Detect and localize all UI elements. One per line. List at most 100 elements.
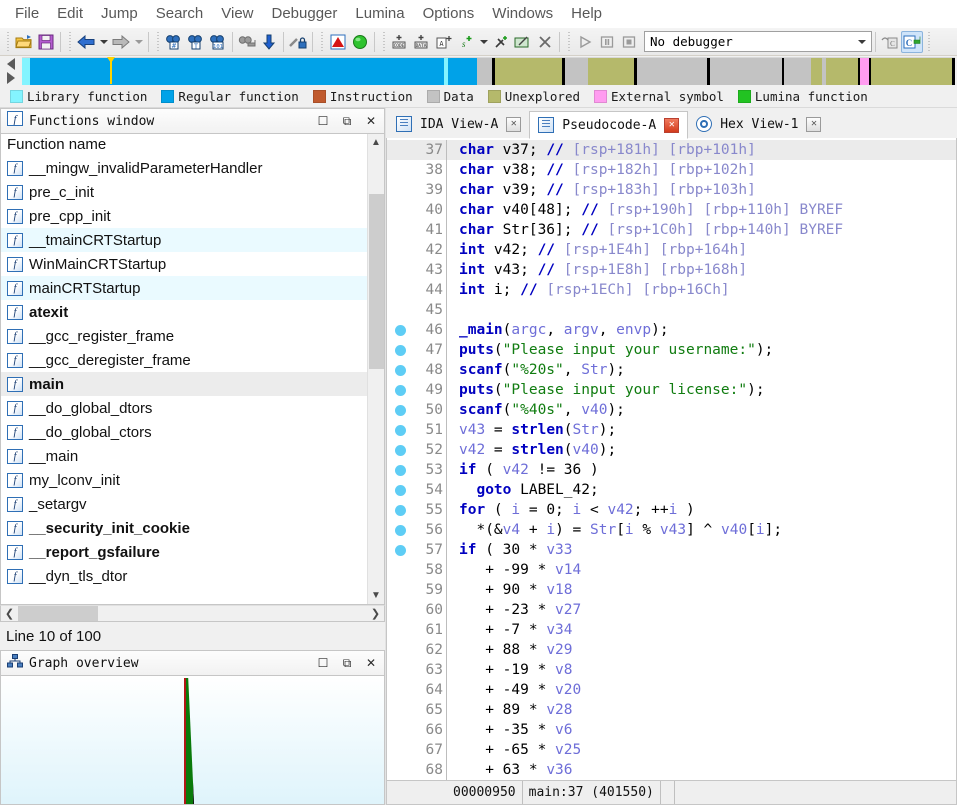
breakpoint-dot-icon[interactable]: [394, 484, 406, 496]
debugger-select[interactable]: No debugger: [644, 31, 872, 52]
maximize-icon[interactable]: ☐: [314, 654, 332, 672]
breakpoint-dot-icon[interactable]: [394, 464, 406, 476]
nav-scroll-buttons[interactable]: [0, 57, 22, 85]
decompile-all-c-icon[interactable]: C: [901, 30, 923, 53]
code-line[interactable]: 48 scanf("%20s", Str);: [387, 360, 956, 380]
table-row[interactable]: f mainCRTStartup: [1, 276, 367, 300]
breakpoint-dot-icon[interactable]: [394, 324, 406, 336]
breakpoint-dot-icon[interactable]: [394, 424, 406, 436]
toolbar-grip-7[interactable]: [925, 31, 932, 52]
breakpoint-dot-icon[interactable]: [394, 524, 406, 536]
make-struct-dropdown[interactable]: [477, 31, 490, 53]
code-line[interactable]: 40 char v40[48]; // [rsp+190h] [rbp+110h]…: [387, 200, 956, 220]
breakpoint-dot-icon[interactable]: [394, 404, 406, 416]
code-line[interactable]: 65 + 89 * v28: [387, 700, 956, 720]
code-line[interactable]: 63 + -19 * v8: [387, 660, 956, 680]
close-icon[interactable]: ✕: [664, 117, 680, 133]
search-hex-icon[interactable]: 101: [207, 31, 229, 53]
breakpoint-dot-icon[interactable]: [394, 444, 406, 456]
code-line[interactable]: 59 + 90 * v18: [387, 580, 956, 600]
code-line[interactable]: 41 char Str[36]; // [rsp+1C0h] [rbp+140h]…: [387, 220, 956, 240]
breakpoint-dot-icon[interactable]: [394, 344, 406, 356]
code-line[interactable]: 46 _main(argc, argv, envp);: [387, 320, 956, 340]
run-icon[interactable]: [574, 31, 596, 53]
search-hash-icon[interactable]: #: [163, 31, 185, 53]
code-line[interactable]: 44 int i; // [rsp+1ECh] [rbp+16Ch]: [387, 280, 956, 300]
table-row[interactable]: f __gcc_deregister_frame: [1, 348, 367, 372]
breakpoint-gutter[interactable]: [387, 544, 413, 556]
warning-icon[interactable]: [327, 31, 349, 53]
tab-ida-view-a[interactable]: IDA View-A ✕: [388, 110, 530, 138]
make-ascii-icon[interactable]: A: [433, 31, 455, 53]
save-icon[interactable]: [35, 31, 57, 53]
code-line[interactable]: 49 puts("Please input your license:");: [387, 380, 956, 400]
scroll-left-icon[interactable]: ❮: [1, 605, 18, 622]
code-line[interactable]: 38 char v38; // [rsp+182h] [rbp+102h]: [387, 160, 956, 180]
code-line[interactable]: 55 for ( i = 0; i < v42; ++i ): [387, 500, 956, 520]
table-row[interactable]: f __do_global_ctors: [1, 420, 367, 444]
breakpoint-gutter[interactable]: [387, 504, 413, 516]
close-icon[interactable]: ✕: [362, 112, 380, 130]
breakpoint-gutter[interactable]: [387, 364, 413, 376]
scroll-right-icon[interactable]: ❯: [367, 605, 384, 622]
undefine-icon[interactable]: [534, 31, 556, 53]
menu-item-edit[interactable]: Edit: [48, 2, 92, 25]
table-row[interactable]: f __mingw_invalidParameterHandler: [1, 156, 367, 180]
nav-segment-regular[interactable]: [447, 58, 477, 85]
code-line[interactable]: 67 + -65 * v25: [387, 740, 956, 760]
code-line[interactable]: 58 + -99 * v14: [387, 560, 956, 580]
make-struct-icon[interactable]: s: [455, 31, 477, 53]
make-data-icon[interactable]: DATA: [411, 31, 433, 53]
menu-item-help[interactable]: Help: [562, 2, 611, 25]
table-row[interactable]: f pre_cpp_init: [1, 204, 367, 228]
table-row[interactable]: f _setargv: [1, 492, 367, 516]
scroll-down-icon[interactable]: ▼: [368, 587, 385, 604]
table-row[interactable]: f __security_init_cookie: [1, 516, 367, 540]
nav-segment-library[interactable]: [22, 58, 30, 85]
table-row[interactable]: f atexit: [1, 300, 367, 324]
open-folder-icon[interactable]: [13, 31, 35, 53]
nav-segment-unexplored[interactable]: [810, 58, 823, 85]
scroll-thumb[interactable]: [368, 194, 384, 369]
graph-overview-canvas[interactable]: [0, 676, 385, 805]
functions-list[interactable]: f __mingw_invalidParameterHandler f pre_c_i…: [1, 156, 367, 604]
toolbar-grip-3[interactable]: [154, 31, 161, 52]
breakpoint-gutter[interactable]: [387, 384, 413, 396]
code-line[interactable]: 57 if ( 30 * v33: [387, 540, 956, 560]
breakpoint-dot-icon[interactable]: [394, 544, 406, 556]
nav-scroll-left-icon[interactable]: [7, 58, 15, 70]
make-code-icon[interactable]: CODE: [389, 31, 411, 53]
table-row[interactable]: f __dyn_tls_dtor: [1, 564, 367, 588]
nav-segment-unexplored[interactable]: [494, 58, 562, 85]
breakpoint-dot-icon[interactable]: [394, 504, 406, 516]
nav-segment-regular[interactable]: [32, 58, 445, 85]
code-line[interactable]: 47 puts("Please input your username:");: [387, 340, 956, 360]
code-line[interactable]: 56 *(&v4 + i) = Str[i % v43] ^ v40[i];: [387, 520, 956, 540]
make-array-icon[interactable]: [490, 31, 512, 53]
green-circle-icon[interactable]: [349, 31, 371, 53]
table-row[interactable]: f __tmainCRTStartup: [1, 228, 367, 252]
code-line[interactable]: 37 char v37; // [rsp+181h] [rbp+101h]: [387, 140, 956, 160]
navigation-band[interactable]: [22, 57, 955, 85]
nav-segment-unexplored[interactable]: [870, 58, 953, 85]
nav-forward-icon[interactable]: [110, 31, 132, 53]
functions-column-header[interactable]: Function name: [1, 134, 367, 156]
code-line[interactable]: 43 int v43; // [rsp+1E8h] [rbp+168h]: [387, 260, 956, 280]
table-row[interactable]: f WinMainCRTStartup: [1, 252, 367, 276]
nav-segment-data[interactable]: [637, 58, 707, 85]
code-line[interactable]: 66 + -35 * v6: [387, 720, 956, 740]
breakpoint-gutter[interactable]: [387, 484, 413, 496]
nav-segment-data[interactable]: [564, 58, 588, 85]
nav-scroll-right-icon[interactable]: [7, 72, 15, 84]
code-line[interactable]: 64 + -49 * v20: [387, 680, 956, 700]
table-row[interactable]: f main: [1, 372, 367, 396]
scroll-thumb-h[interactable]: [18, 606, 98, 621]
decompile-c-icon[interactable]: C: [879, 31, 901, 53]
menu-item-debugger[interactable]: Debugger: [263, 2, 347, 25]
code-line[interactable]: 42 int v42; // [rsp+1E4h] [rbp+164h]: [387, 240, 956, 260]
chevron-down-icon[interactable]: [852, 32, 871, 51]
lock-icon[interactable]: [287, 31, 309, 53]
nav-segment-data[interactable]: [709, 58, 783, 85]
code-line[interactable]: 50 scanf("%40s", v40);: [387, 400, 956, 420]
search-text-icon[interactable]: T: [185, 31, 207, 53]
